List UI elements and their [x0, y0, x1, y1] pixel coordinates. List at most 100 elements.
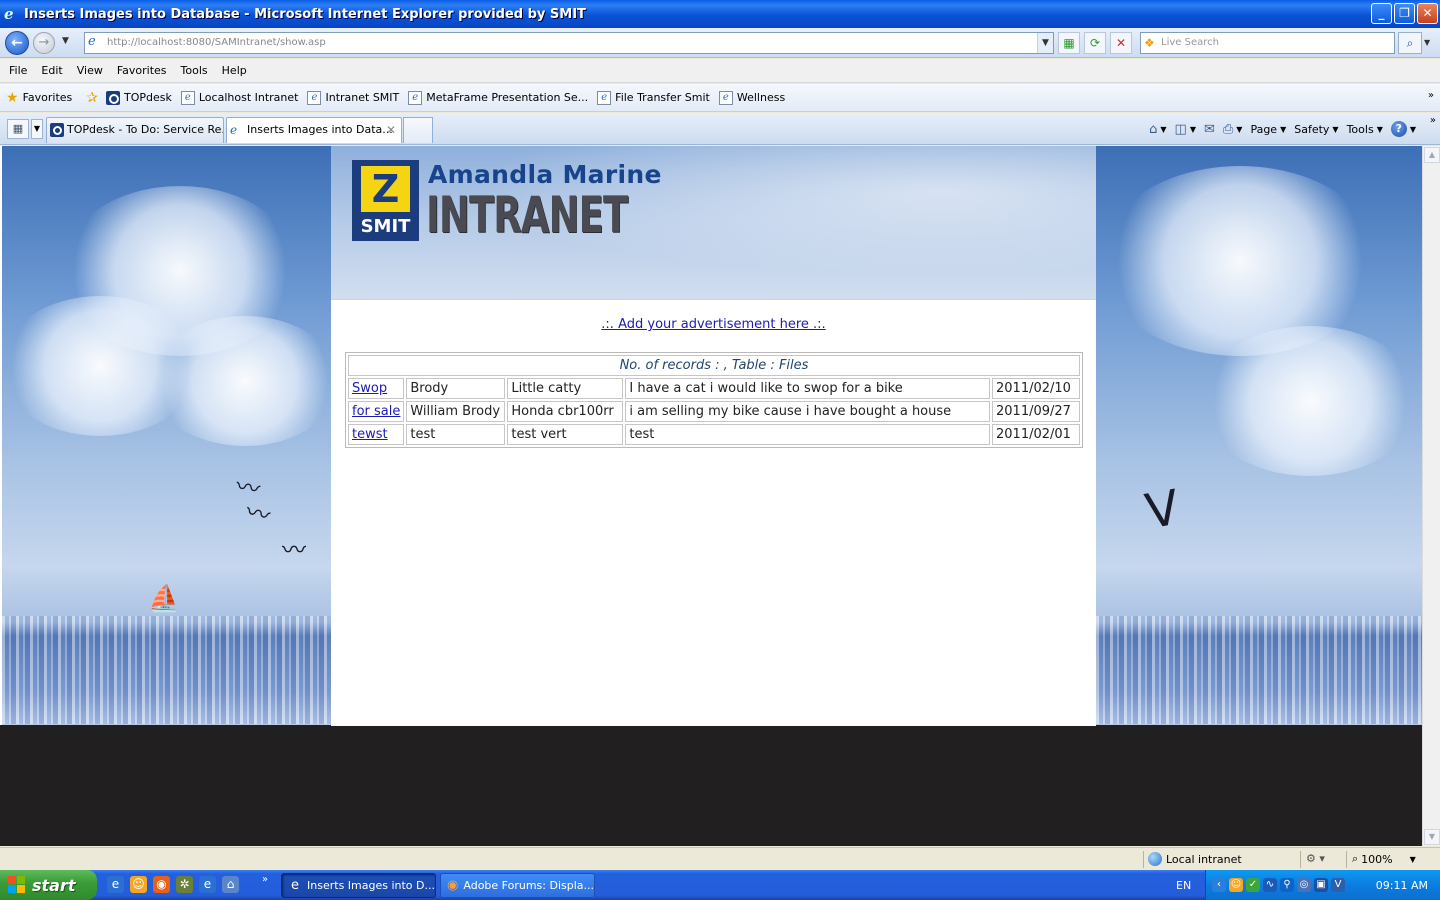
vertical-scrollbar[interactable]: ▲ ▼	[1422, 146, 1440, 846]
table-row: tewst test test vert test 2011/02/01	[348, 424, 1080, 445]
record-link[interactable]: for sale	[352, 404, 400, 419]
minimize-button[interactable]: _	[1371, 3, 1392, 24]
record-link[interactable]: tewst	[352, 427, 388, 442]
rss-feed-icon: ◫	[1174, 121, 1187, 137]
security-zone-label: Local intranet	[1166, 852, 1242, 866]
system-tray: EN ‹ ☺ ✓ ∿ ⚲ ◎ ▣ V 09:11 AM	[1176, 870, 1440, 900]
clock[interactable]: 09:11 AM	[1376, 879, 1428, 892]
menu-view[interactable]: View	[70, 64, 110, 77]
record-link[interactable]: Swop	[352, 381, 387, 396]
recent-pages-dropdown[interactable]: ▼	[62, 36, 69, 46]
zoom-control[interactable]: ⌕ 100% ▼	[1352, 852, 1416, 866]
back-button[interactable]: ←	[5, 31, 29, 55]
favorite-link-topdesk[interactable]: TOPdesk	[106, 90, 172, 105]
tray-network-icon[interactable]: ⚲	[1280, 878, 1294, 892]
new-tab-button[interactable]	[403, 117, 433, 143]
start-button[interactable]: start	[0, 870, 97, 900]
favorites-star-icon[interactable]: ★	[6, 90, 19, 106]
add-favorite-icon[interactable]: ✰	[86, 90, 98, 106]
tab-inserts-images[interactable]: e Inserts Images into Data... ✕	[226, 117, 402, 143]
security-zone[interactable]: Local intranet	[1148, 852, 1242, 866]
tab-label: Inserts Images into Data...	[247, 123, 393, 136]
close-window-button[interactable]: ✕	[1417, 3, 1438, 24]
favorite-link-localhost-intranet[interactable]: e Localhost Intranet	[180, 90, 299, 105]
address-dropdown[interactable]: ▼	[1037, 33, 1053, 53]
favorites-overflow-chevron-icon[interactable]: »	[1428, 90, 1434, 101]
favorite-link-label: Localhost Intranet	[198, 91, 299, 104]
tab-bar: ▦ ▼ TOPdesk - To Do: Service Re... e Ins…	[0, 113, 1440, 145]
restore-button[interactable]: ❐	[1394, 3, 1415, 24]
tray-antivirus-icon[interactable]: ✓	[1246, 878, 1260, 892]
record-name: Brody	[406, 378, 506, 399]
favorite-link-file-transfer[interactable]: e File Transfer Smit	[597, 90, 710, 105]
address-input[interactable]: e http://localhost:8080/SAMIntranet/show…	[84, 32, 1054, 54]
home-button[interactable]: ⌂ ▼	[1149, 122, 1166, 137]
read-mail-button[interactable]: ✉	[1204, 122, 1215, 137]
tab-list-dropdown[interactable]: ▼	[31, 119, 43, 139]
favorite-link-metaframe[interactable]: e MetaFrame Presentation Se...	[408, 90, 588, 105]
scroll-down-arrow-icon[interactable]: ▼	[1424, 829, 1440, 845]
search-button[interactable]: ⌕	[1398, 32, 1422, 54]
refresh-icon[interactable]: ⟳	[1084, 32, 1106, 54]
help-button[interactable]: ? ▼	[1390, 121, 1416, 137]
quick-launch-chevron-icon[interactable]: »	[262, 874, 268, 885]
forward-button[interactable]: →	[33, 32, 55, 54]
tray-display-icon[interactable]: ▣	[1314, 878, 1328, 892]
ie-quicklaunch-icon[interactable]: e	[107, 876, 124, 893]
tray-update-icon[interactable]: ◎	[1297, 878, 1311, 892]
protected-mode-icon[interactable]: ⚙ ▾	[1306, 852, 1325, 865]
compatibility-view-icon[interactable]: ▦	[1058, 32, 1080, 54]
page-menu[interactable]: Page ▼	[1250, 123, 1286, 136]
favorite-link-intranet-smit[interactable]: e Intranet SMIT	[307, 90, 399, 105]
menu-favorites[interactable]: Favorites	[110, 64, 174, 77]
cloud-decoration	[150, 316, 340, 446]
address-toolbar: ← → ▼ e http://localhost:8080/SAMIntrane…	[0, 28, 1440, 58]
favorite-link-label: File Transfer Smit	[615, 91, 710, 104]
safety-menu[interactable]: Safety ▼	[1294, 123, 1338, 136]
menu-file[interactable]: File	[2, 64, 34, 77]
taskbar: start e ☺ ◉ ✲ e ⌂ » e Inserts Images int…	[0, 870, 1440, 900]
ie-page-icon: e	[408, 90, 423, 105]
firefox-icon[interactable]: ◉	[153, 876, 170, 893]
magnifier-icon: ⌕	[1352, 852, 1359, 865]
stop-icon[interactable]: ✕	[1110, 32, 1132, 54]
favorite-link-wellness[interactable]: e Wellness	[718, 90, 785, 105]
tab-topdesk[interactable]: TOPdesk - To Do: Service Re...	[46, 117, 224, 143]
print-button[interactable]: ⎙ ▼	[1223, 122, 1243, 137]
address-url: http://localhost:8080/SAMIntranet/show.a…	[107, 37, 326, 48]
tools-menu[interactable]: Tools ▼	[1347, 123, 1383, 136]
taskbar-item-adobe-forums[interactable]: ◉ Adobe Forums: Displa...	[440, 873, 595, 898]
sea-decoration	[1096, 616, 1422, 724]
add-advertisement-link[interactable]: .:. Add your advertisement here .:.	[331, 317, 1096, 332]
close-tab-icon[interactable]: ✕	[386, 118, 396, 142]
messenger-icon[interactable]: ☺	[130, 876, 147, 893]
ie-page-icon: e	[307, 90, 322, 105]
search-options-dropdown[interactable]: ▼	[1424, 38, 1430, 47]
language-indicator[interactable]: EN	[1176, 879, 1191, 892]
tool-icon[interactable]: ✲	[176, 876, 193, 893]
menu-edit[interactable]: Edit	[34, 64, 69, 77]
tray-vpn-icon[interactable]: V	[1331, 878, 1345, 892]
menu-help[interactable]: Help	[215, 64, 254, 77]
window-title: Inserts Images into Database - Microsoft…	[24, 6, 586, 22]
taskbar-item-inserts-images[interactable]: e Inserts Images into D...	[281, 873, 436, 898]
quick-tabs-button[interactable]: ▦	[7, 119, 29, 139]
menu-tools[interactable]: Tools	[174, 64, 215, 77]
topdesk-icon	[50, 123, 64, 137]
search-input[interactable]: ❖ Live Search	[1140, 32, 1395, 54]
favorites-button[interactable]: Favorites	[23, 91, 73, 104]
command-bar: ⌂ ▼ ◫ ▼ ✉ ⎙ ▼ Page ▼ Safety ▼ Tools ▼ ? ▼	[1149, 117, 1416, 141]
record-description: I have a cat i would like to swop for a …	[625, 378, 990, 399]
scroll-up-arrow-icon[interactable]: ▲	[1424, 147, 1440, 163]
record-link-cell: for sale	[348, 401, 405, 422]
feeds-button[interactable]: ◫ ▼	[1175, 122, 1196, 137]
tray-messenger-icon[interactable]: ☺	[1229, 878, 1243, 892]
ie-alt-icon[interactable]: e	[199, 876, 216, 893]
ie-page-icon: e	[180, 90, 195, 105]
tray-icons: ‹ ☺ ✓ ∿ ⚲ ◎ ▣ V	[1212, 878, 1345, 892]
smit-logo-text: SMIT	[360, 216, 411, 237]
network-icon[interactable]: ⌂	[222, 876, 239, 893]
tray-audio-icon[interactable]: ∿	[1263, 878, 1277, 892]
tray-back-icon[interactable]: ‹	[1212, 878, 1226, 892]
command-overflow-chevron-icon[interactable]: »	[1430, 115, 1436, 126]
